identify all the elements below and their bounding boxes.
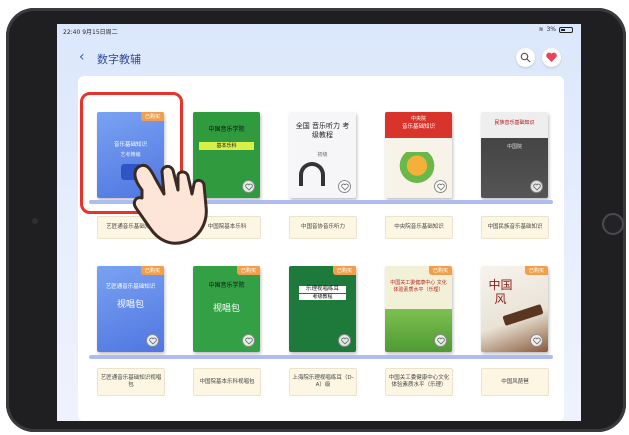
favorite-toggle[interactable] (146, 334, 159, 347)
heart-outline-icon (437, 337, 445, 345)
book-label[interactable]: 中国音协音乐听力 (289, 216, 357, 239)
purchased-tag: 已购买 (524, 266, 548, 275)
status-time: 22:40 9月15日周二 (63, 29, 118, 36)
favorite-toggle[interactable] (242, 180, 255, 193)
heart-outline-icon (245, 183, 253, 191)
purchased-tag: 已购买 (428, 266, 452, 275)
book-cover-subtitle: 中国院 (506, 144, 522, 150)
search-button[interactable] (516, 48, 535, 67)
book-label[interactable]: 艺匠通音乐基础知识视唱包 (97, 368, 165, 396)
heart-outline-icon (149, 337, 157, 345)
instrument-illustration (502, 304, 544, 326)
book-cover-subtitle: 视唱包 (212, 304, 240, 314)
chevron-left-icon[interactable]: ‹ (79, 50, 85, 64)
book-cover-subtitle: 基本乐科 (199, 142, 254, 150)
book-cover-title: 乐理视唱练耳 (299, 286, 346, 293)
favorite-toggle[interactable] (338, 334, 351, 347)
book-cover[interactable]: 已购买 中国音乐学院 视唱包 (193, 266, 260, 352)
book-cover-title: 中国音乐学院 (208, 126, 245, 133)
book-cover[interactable]: 民族音乐基础知识 中国院 (481, 112, 548, 198)
purchased-tag: 已购买 (140, 266, 164, 275)
book-label[interactable]: 上海院乐理视唱练耳（D-A）级 (289, 368, 357, 396)
heart-outline-icon (341, 337, 349, 345)
book-cover-title: 艺匠通音乐基础知识 (105, 284, 156, 290)
book-cover-title: 全国 音乐听力 考级教程 (295, 122, 350, 139)
heart-outline-icon (533, 183, 541, 191)
book-cover[interactable]: 已购买 中国风 (481, 266, 548, 352)
favorite-toggle[interactable] (530, 180, 543, 193)
illustration (397, 152, 437, 186)
book-cover[interactable]: 已购买 乐理视唱练耳 考级教程 (289, 266, 356, 352)
battery-level: 3% (546, 26, 556, 33)
book-cover-subtitle: 初级 (317, 152, 328, 158)
status-indicators: ≋ 3% (538, 26, 573, 33)
book-cover[interactable]: 全国 音乐听力 考级教程 初级 (289, 112, 356, 198)
book-label[interactable]: 中国风琵琶 (481, 368, 549, 396)
heart-outline-icon (437, 183, 445, 191)
book-cover-title: 中国音乐学院 (208, 282, 245, 289)
heart-outline-icon (341, 183, 349, 191)
favorite-toggle[interactable] (242, 334, 255, 347)
book-cover-title: 中国风 (488, 278, 513, 306)
book-cover-subtitle: 中央院 (410, 116, 426, 122)
wifi-icon: ≋ (538, 26, 544, 33)
book-cover[interactable]: 已购买 艺匠通音乐基础知识 视唱包 (97, 266, 164, 352)
book-label[interactable]: 中国院基本乐科视唱包 (193, 368, 261, 396)
purchased-tag: 已购买 (332, 266, 356, 275)
heart-outline-icon (533, 337, 541, 345)
book-label[interactable]: 中国民族音乐基础知识 (481, 216, 549, 239)
headphones-icon (299, 162, 325, 186)
book-label[interactable]: 中国关工委健康中心文化体验素质水平（乐理） (385, 368, 453, 396)
heart-outline-icon (245, 337, 253, 345)
camera (32, 218, 38, 224)
book-cover[interactable]: 已购买 中国关工委健康中心 文化体验素质水平（乐理） (385, 266, 452, 352)
favorites-button[interactable] (542, 48, 561, 67)
book-label[interactable]: 中央院音乐基础知识 (385, 216, 453, 239)
tap-hand-icon (132, 163, 208, 245)
book-cover-title: 中国关工委健康中心 文化体验素质水平（乐理） (390, 280, 447, 293)
favorite-toggle[interactable] (434, 180, 447, 193)
battery-icon (559, 26, 573, 33)
heart-icon (546, 52, 557, 62)
book-cover[interactable]: 音乐基础知识 中央院 (385, 112, 452, 198)
book-cover-subtitle: 视唱包 (116, 300, 144, 310)
search-icon (520, 52, 531, 63)
book-cover-subtitle: 考级教程 (299, 294, 346, 300)
favorite-toggle[interactable] (530, 334, 543, 347)
book-cover-title: 民族音乐基础知识 (494, 120, 535, 126)
book-cover-title: 音乐基础知识 (401, 124, 435, 130)
home-button[interactable] (602, 213, 624, 235)
status-bar: 22:40 9月15日周二 ≋ 3% (57, 24, 581, 36)
page-title: 数字教辅 (97, 53, 141, 66)
shelf-divider (89, 355, 553, 359)
header: ‹ 数字教辅 (57, 38, 581, 78)
purchased-tag: 已购买 (236, 266, 260, 275)
favorite-toggle[interactable] (338, 180, 351, 193)
favorite-toggle[interactable] (434, 334, 447, 347)
